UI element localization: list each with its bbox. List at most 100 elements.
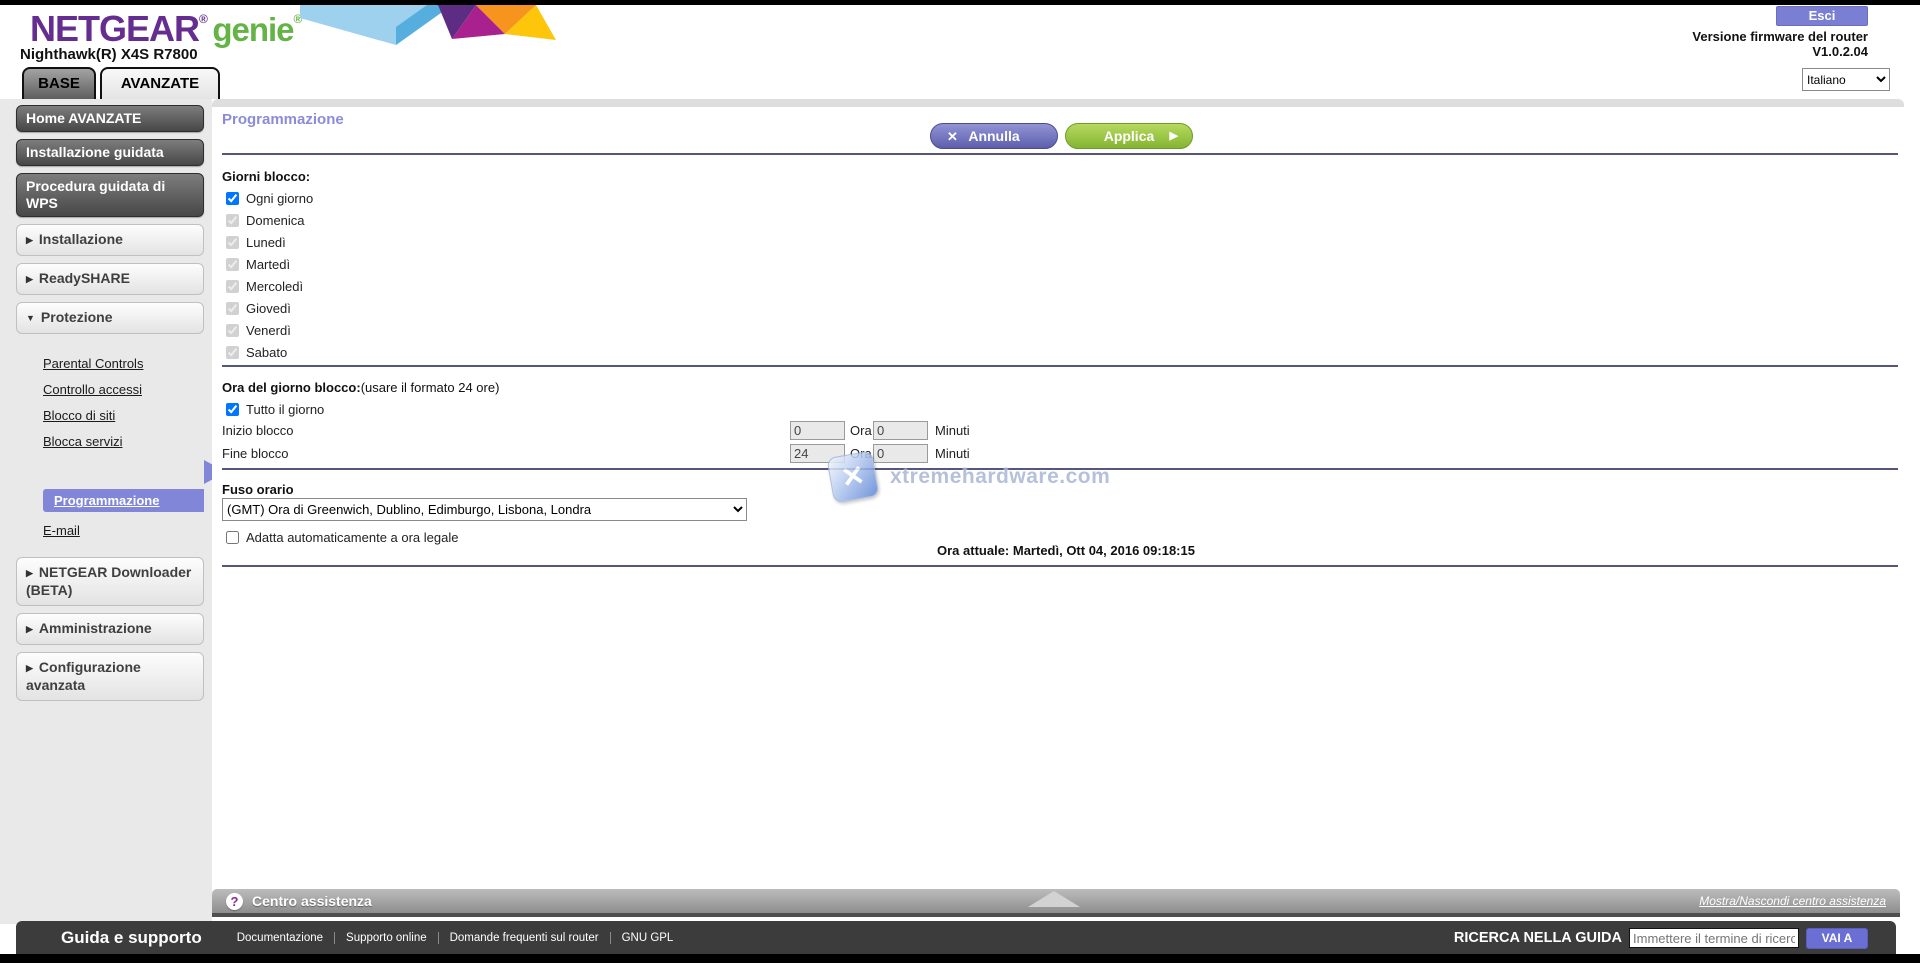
sidebar-item-procedura-wps[interactable]: Procedura guidata di WPS xyxy=(16,173,204,217)
submenu-item-blocco-di-siti[interactable]: Blocco di siti xyxy=(43,408,204,423)
panel-top-edge xyxy=(212,99,1904,107)
dst-checkbox[interactable] xyxy=(226,531,239,544)
apply-button[interactable]: Applica ▶ xyxy=(1065,123,1193,149)
footer-link-documentazione[interactable]: Documentazione xyxy=(226,932,335,944)
firmware-number: V1.0.2.04 xyxy=(1692,44,1868,59)
day-checkbox-ogni-giorno[interactable] xyxy=(226,192,239,205)
sidebar-nav: Home AVANZATE Installazione guidata Proc… xyxy=(16,105,204,708)
submenu-item-blocca-servizi[interactable]: Blocca servizi xyxy=(43,434,204,449)
all-day-label: Tutto il giorno xyxy=(246,402,324,417)
language-select[interactable]: Italiano xyxy=(1802,68,1890,91)
day-checkbox-lunedi[interactable] xyxy=(226,236,239,249)
minute-unit-label: Minuti xyxy=(935,423,970,438)
firmware-version: Versione firmware del router V1.0.2.04 xyxy=(1692,29,1868,59)
sidebar-item-label: Amministrazione xyxy=(39,620,152,636)
timezone-select[interactable]: (GMT) Ora di Greenwich, Dublino, Edimbur… xyxy=(222,498,747,521)
day-checkbox-martedi[interactable] xyxy=(226,258,239,271)
end-minute-input[interactable] xyxy=(873,444,928,463)
genie-logo-text: genie xyxy=(212,11,293,48)
day-option: Martedì xyxy=(226,254,290,274)
sidebar-item-label: Installazione xyxy=(39,231,123,247)
sidebar-item-protezione[interactable]: ▼ Protezione xyxy=(16,302,204,334)
firmware-label: Versione firmware del router xyxy=(1692,29,1868,44)
day-label: Mercoledì xyxy=(246,279,303,294)
cancel-x-icon: ✕ xyxy=(947,124,958,149)
days-section-heading: Giorni blocco: xyxy=(222,169,310,184)
footer-link-domande-frequenti[interactable]: Domande frequenti sul router xyxy=(439,932,611,944)
sidebar: Home AVANZATE Installazione guidata Proc… xyxy=(0,99,212,924)
section-divider xyxy=(222,365,1898,367)
router-admin-page: NETGEAR® genie® Nighthawk(R) X4S R7800 E… xyxy=(0,0,1920,963)
current-time-text: Ora attuale: Martedì, Ott 04, 2016 09:18… xyxy=(212,543,1920,558)
help-search-input[interactable] xyxy=(1629,928,1799,948)
day-label: Lunedì xyxy=(246,235,286,250)
cancel-button[interactable]: ✕ Annulla xyxy=(930,123,1058,149)
sidebar-item-installazione-guidata[interactable]: Installazione guidata xyxy=(16,139,204,166)
hour-unit-label: Ora xyxy=(850,423,872,438)
sidebar-item-label: Protezione xyxy=(41,309,113,325)
submenu-item-parental-controls[interactable]: Parental Controls xyxy=(43,356,204,371)
submenu-item-controllo-accessi[interactable]: Controllo accessi xyxy=(43,382,204,397)
sidebar-item-readyshare[interactable]: ▶ReadySHARE xyxy=(16,263,204,295)
sidebar-item-installazione[interactable]: ▶ Installazione xyxy=(16,224,204,256)
question-mark-icon: ? xyxy=(226,893,243,910)
start-hour-input[interactable] xyxy=(790,421,845,440)
all-day-checkbox[interactable] xyxy=(226,403,239,416)
brand-ribbon-graphic xyxy=(300,5,562,45)
footer-link-gnu-gpl[interactable]: GNU GPL xyxy=(611,932,685,944)
chevron-right-icon: ▶ xyxy=(26,568,33,578)
router-model: Nighthawk(R) X4S R7800 xyxy=(20,46,198,63)
start-block-row: Inizio blocco Ora Minuti xyxy=(212,421,1920,441)
support-title: Guida e supporto xyxy=(61,928,202,948)
end-hour-input[interactable] xyxy=(790,444,845,463)
logout-button[interactable]: Esci xyxy=(1776,6,1868,26)
help-center-toggle-link[interactable]: Mostra/Nascondi centro assistenza xyxy=(1699,894,1886,908)
hour-unit-label: Ora xyxy=(850,446,872,461)
chevron-right-icon: ▶ xyxy=(26,235,33,245)
section-divider xyxy=(222,565,1898,567)
sidebar-item-amministrazione[interactable]: ▶Amministrazione xyxy=(16,613,204,645)
help-search: RICERCA NELLA GUIDA VAI A xyxy=(1454,928,1868,949)
tab-avanzate[interactable]: AVANZATE xyxy=(100,67,220,99)
day-option: Giovedì xyxy=(226,298,291,318)
day-checkbox-sabato[interactable] xyxy=(226,346,239,359)
day-checkbox-mercoledi[interactable] xyxy=(226,280,239,293)
submenu-item-programmazione-selected[interactable]: Programmazione xyxy=(43,489,204,512)
timezone-heading: Fuso orario xyxy=(222,482,294,497)
sidebar-item-configurazione-avanzata[interactable]: ▶Configurazione avanzata xyxy=(16,652,204,701)
day-label: Domenica xyxy=(246,213,305,228)
action-buttons: ✕ Annulla Applica ▶ xyxy=(930,123,1193,149)
submenu-item-programmazione[interactable]: Programmazione xyxy=(43,489,204,512)
chevron-right-icon: ▶ xyxy=(26,274,33,284)
chevron-right-icon: ▶ xyxy=(26,663,33,673)
sidebar-item-label: Configurazione avanzata xyxy=(26,659,141,693)
footer-link-supporto-online[interactable]: Supporto online xyxy=(335,932,439,944)
end-block-label: Fine blocco xyxy=(222,446,288,461)
day-checkbox-giovedi[interactable] xyxy=(226,302,239,315)
day-option: Mercoledì xyxy=(226,276,303,296)
footer-links: Documentazione Supporto online Domande f… xyxy=(226,932,685,944)
day-option: Lunedì xyxy=(226,232,286,252)
start-minute-input[interactable] xyxy=(873,421,928,440)
search-go-button[interactable]: VAI A xyxy=(1806,928,1868,949)
minute-unit-label: Minuti xyxy=(935,446,970,461)
search-label: RICERCA NELLA GUIDA xyxy=(1454,930,1622,946)
tab-bar: BASE AVANZATE Italiano xyxy=(0,62,1920,99)
day-label: Ogni giorno xyxy=(246,191,313,206)
all-day-option: Tutto il giorno xyxy=(226,399,324,419)
apply-arrow-icon: ▶ xyxy=(1170,124,1178,149)
start-block-label: Inizio blocco xyxy=(222,423,294,438)
footer: Guida e supporto Documentazione Supporto… xyxy=(16,921,1896,955)
tab-base[interactable]: BASE xyxy=(22,67,96,99)
day-option: Sabato xyxy=(226,342,287,362)
chevron-down-icon: ▼ xyxy=(26,313,35,323)
collapse-up-arrow-icon[interactable] xyxy=(1028,891,1080,907)
sidebar-item-netgear-downloader[interactable]: ▶NETGEAR Downloader (BETA) xyxy=(16,557,204,606)
header: NETGEAR® genie® Nighthawk(R) X4S R7800 E… xyxy=(0,5,1920,62)
submenu-item-email[interactable]: E-mail xyxy=(43,523,204,538)
day-checkbox-venerdi[interactable] xyxy=(226,324,239,337)
day-checkbox-domenica[interactable] xyxy=(226,214,239,227)
day-label: Giovedì xyxy=(246,301,291,316)
sidebar-item-home-avanzate[interactable]: Home AVANZATE xyxy=(16,105,204,132)
day-option: Venerdì xyxy=(226,320,291,340)
